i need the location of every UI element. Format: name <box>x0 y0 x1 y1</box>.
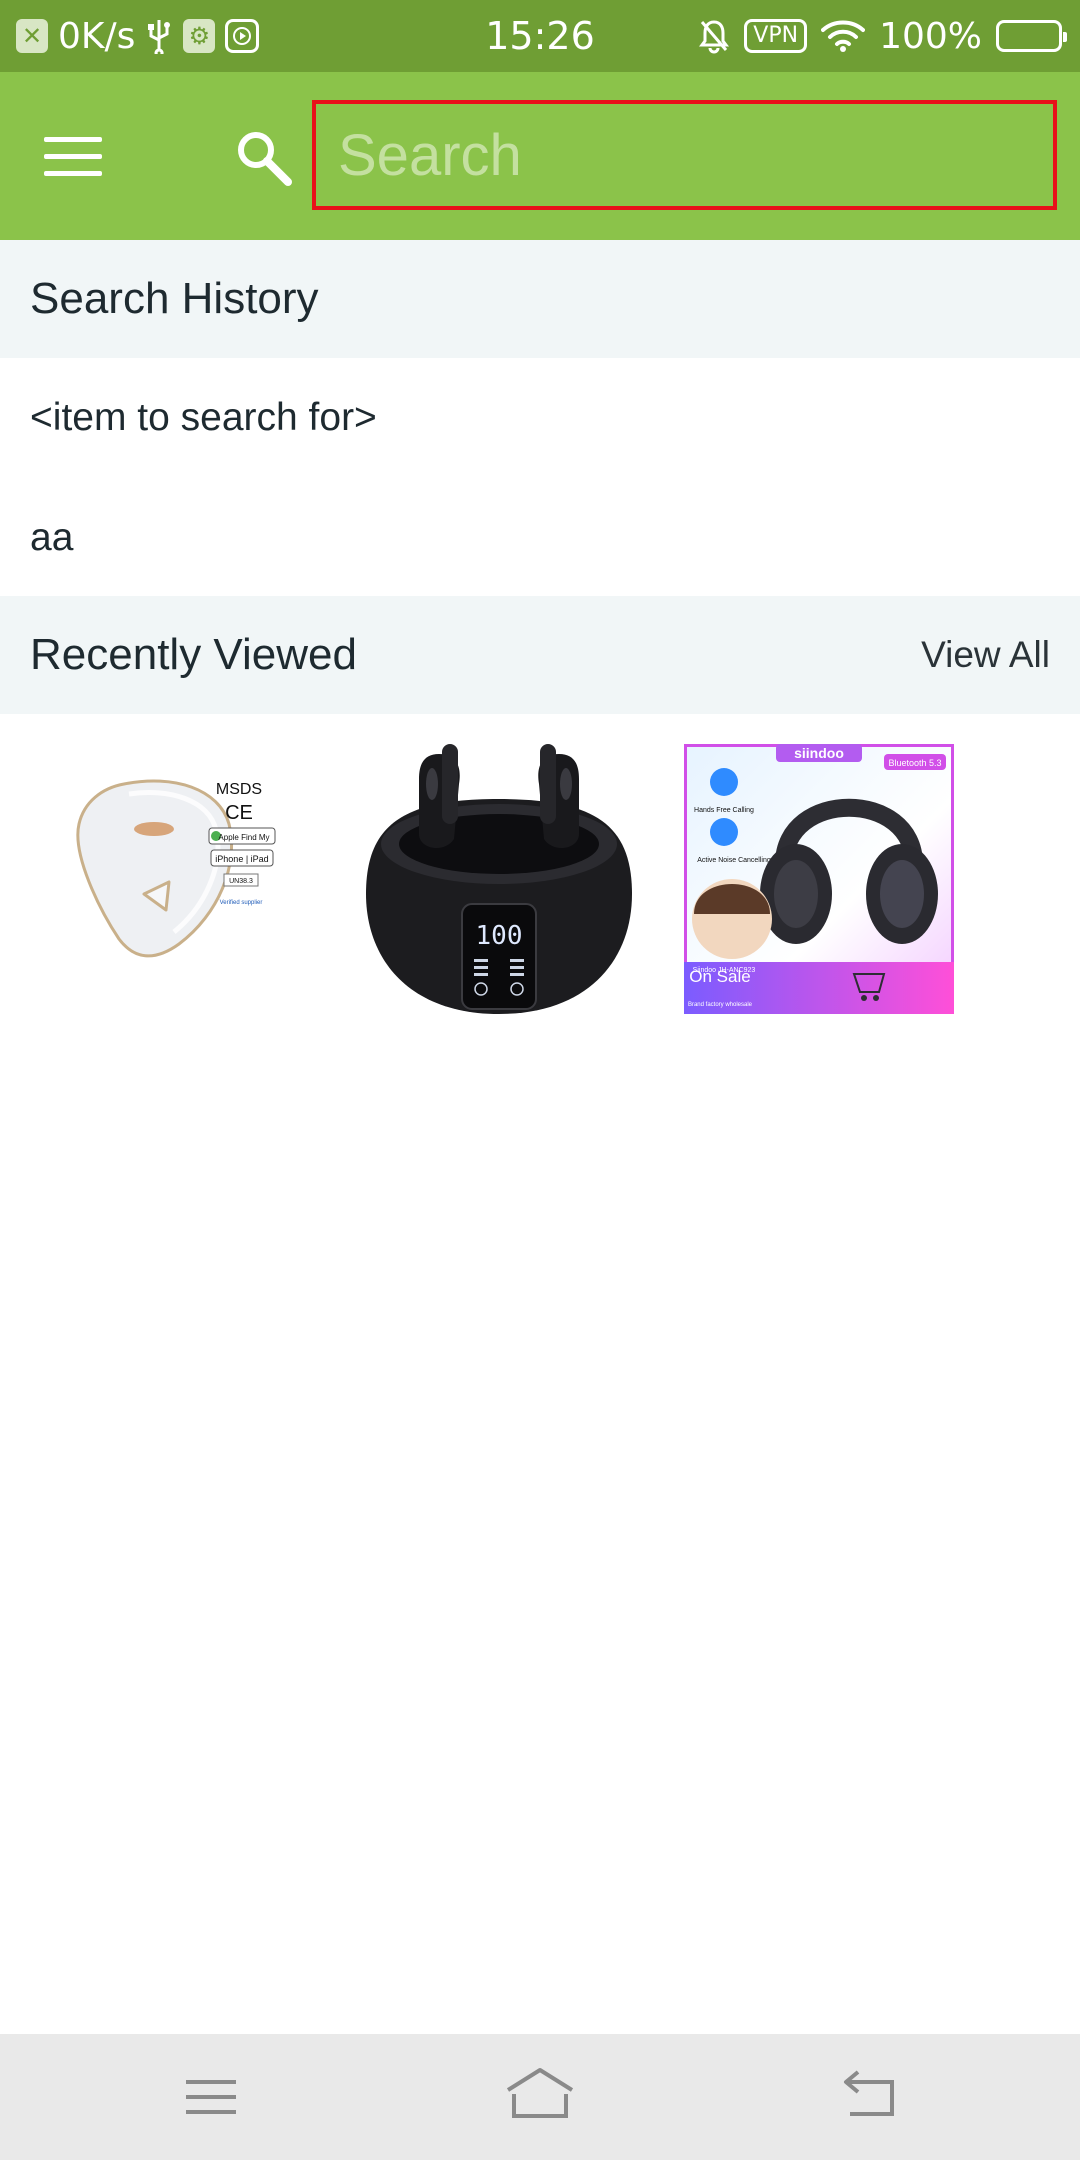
status-bar: ✕ 0K/s ⚙ 15:26 VPN 100% <box>0 0 1080 72</box>
search-field[interactable] <box>312 100 1057 210</box>
vpn-badge: VPN <box>744 19 808 53</box>
recent-item-tracker-tag[interactable]: MSDS CE Apple Find My iPhone | iPad UN38… <box>44 744 314 1014</box>
search-history-header: Search History <box>0 240 1080 358</box>
ce-mark: CE <box>225 802 253 824</box>
history-item-label: aa <box>30 516 74 559</box>
history-item-label: <item to search for> <box>30 396 377 439</box>
verified-supplier-badge: Verified supplier <box>220 900 263 906</box>
media-play-icon <box>225 19 260 53</box>
msds-label: MSDS <box>216 781 262 798</box>
history-item[interactable]: aa <box>0 478 1080 598</box>
search-history-list: <item to search for> aa <box>0 358 1080 598</box>
recently-viewed-header: Recently Viewed View All <box>0 596 1080 714</box>
earbuds-image: 100 <box>364 744 634 1014</box>
anc-label: Active Noise Cancelling <box>697 857 771 864</box>
view-all-link[interactable]: View All <box>921 634 1050 676</box>
bluetooth-badge: Bluetooth 5.3 <box>888 758 941 768</box>
find-my-badge: Apple Find My <box>218 833 269 842</box>
top-toolbar <box>0 72 1080 240</box>
brand-name: siindoo <box>794 745 844 761</box>
mute-bell-icon <box>698 18 730 54</box>
system-nav-bar <box>0 2034 1080 2160</box>
hands-free-label: Hands Free Calling <box>694 807 754 814</box>
status-left: ✕ 0K/s ⚙ <box>16 0 260 72</box>
battery-icon <box>996 20 1067 52</box>
headphones-image: siindoo Bluetooth 5.3 Hands Free Calling… <box>684 744 954 1014</box>
iphone-ipad-badge: iPhone | iPad <box>215 854 268 864</box>
recent-item-headphones[interactable]: siindoo Bluetooth 5.3 Hands Free Calling… <box>684 744 954 1014</box>
search-input[interactable] <box>336 120 1053 190</box>
search-history-title: Search History <box>30 274 319 323</box>
recently-viewed-title: Recently Viewed <box>30 630 357 679</box>
recent-item-earbuds[interactable]: 100 <box>364 744 634 1014</box>
wifi-icon <box>821 19 866 53</box>
recent-apps-icon[interactable] <box>176 2064 246 2130</box>
wholesale-label: Brand factory wholesale <box>688 1002 753 1008</box>
model-label: Siindoo JH-ANC923 <box>693 967 756 974</box>
tracker-tag-image: MSDS CE Apple Find My iPhone | iPad UN38… <box>44 744 314 1014</box>
usb-icon <box>145 18 173 54</box>
battery-display: 100 <box>476 921 523 951</box>
usb-debug-icon: ⚙ <box>183 19 216 53</box>
battery-percent: 100% <box>879 15 982 57</box>
un383-badge: UN38.3 <box>229 878 253 885</box>
notification-x-icon: ✕ <box>16 19 48 53</box>
status-right: VPN 100% <box>698 0 1067 72</box>
recently-viewed-list: MSDS CE Apple Find My iPhone | iPad UN38… <box>0 744 1080 1014</box>
network-speed: 0K/s <box>58 15 136 57</box>
back-icon[interactable] <box>836 2064 906 2130</box>
home-icon[interactable] <box>504 2064 576 2130</box>
hamburger-menu-icon[interactable] <box>44 124 124 188</box>
search-icon[interactable] <box>232 126 296 190</box>
history-item[interactable]: <item to search for> <box>0 358 1080 478</box>
